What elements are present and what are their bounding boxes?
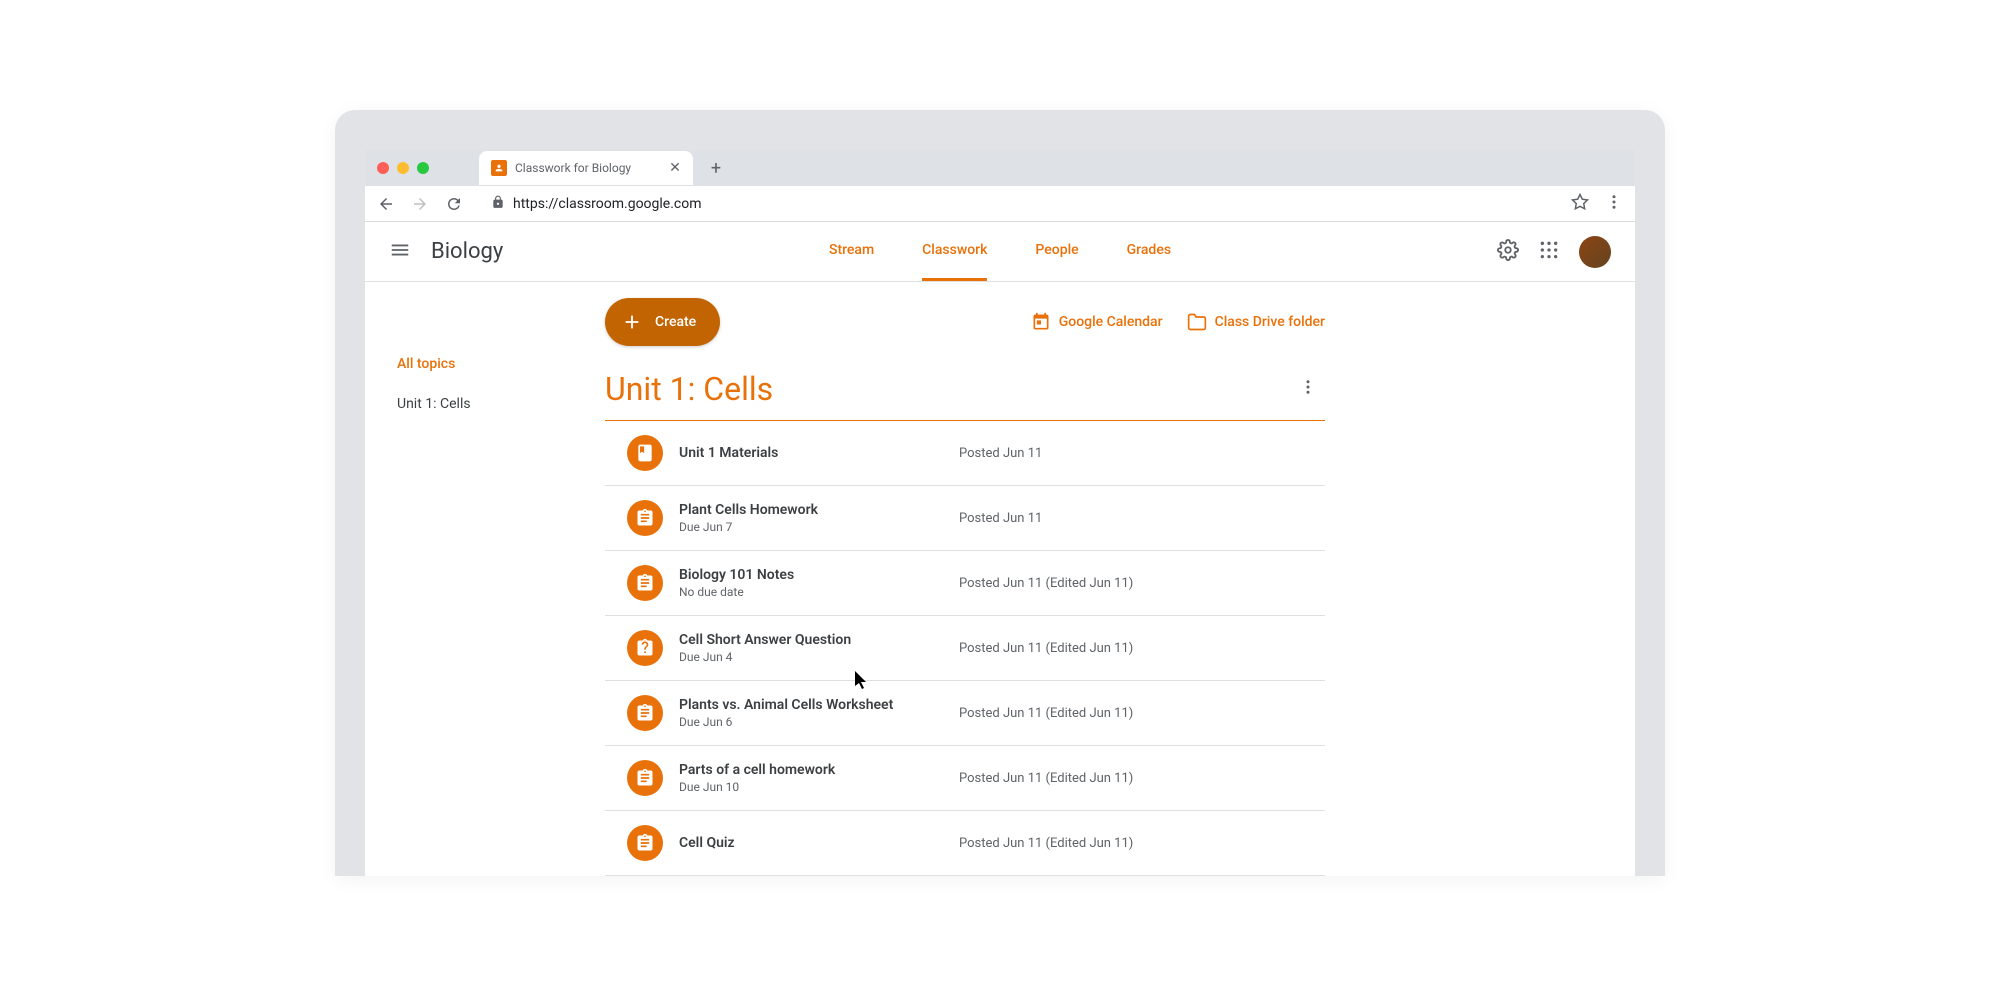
assignment-posted: Posted Jun 11 (Edited Jun 11) bbox=[959, 641, 1133, 656]
reload-button[interactable] bbox=[445, 195, 463, 213]
apps-grid-icon[interactable] bbox=[1539, 240, 1559, 264]
assignment-posted: Posted Jun 11 (Edited Jun 11) bbox=[959, 706, 1133, 721]
url-input[interactable]: https://classroom.google.com bbox=[479, 194, 1555, 213]
action-bar: Create Google Calendar Class Drive folde… bbox=[605, 298, 1325, 346]
tab-stream[interactable]: Stream bbox=[829, 222, 874, 281]
assignment-due: No due date bbox=[679, 585, 959, 599]
assignment-row[interactable]: Biology 101 Notes No due date Posted Jun… bbox=[605, 551, 1325, 616]
gear-icon[interactable] bbox=[1497, 239, 1519, 265]
address-bar: https://classroom.google.com bbox=[365, 186, 1635, 222]
url-text: https://classroom.google.com bbox=[513, 196, 702, 212]
tab-classwork[interactable]: Classwork bbox=[922, 222, 987, 281]
plus-icon bbox=[621, 311, 643, 333]
assignment-due: Due Jun 4 bbox=[679, 650, 959, 664]
section-more-icon[interactable] bbox=[1291, 370, 1325, 408]
sidebar-all-topics[interactable]: All topics bbox=[389, 346, 589, 382]
create-button[interactable]: Create bbox=[605, 298, 720, 346]
assignment-icon bbox=[627, 760, 663, 796]
nav-tabs: Stream Classwork People Grades bbox=[829, 222, 1171, 281]
section-title[interactable]: Unit 1: Cells bbox=[605, 370, 773, 408]
assignment-row[interactable]: Cell Short Answer Question Due Jun 4 Pos… bbox=[605, 616, 1325, 681]
assignment-row[interactable]: Plants vs. Animal Cells Worksheet Due Ju… bbox=[605, 681, 1325, 746]
assignment-title: Plants vs. Animal Cells Worksheet bbox=[679, 697, 959, 713]
window-controls bbox=[377, 162, 429, 174]
assignment-posted: Posted Jun 11 bbox=[959, 511, 1042, 526]
assignment-icon bbox=[627, 565, 663, 601]
assignment-info: Cell Quiz bbox=[679, 835, 959, 851]
browser-menu-icon[interactable] bbox=[1605, 193, 1623, 215]
assignment-due: Due Jun 6 bbox=[679, 715, 959, 729]
assignment-row[interactable]: Cell Quiz Posted Jun 11 (Edited Jun 11) bbox=[605, 811, 1325, 876]
assignment-info: Unit 1 Materials bbox=[679, 445, 959, 461]
assignment-list: Unit 1 Materials Posted Jun 11 Plant Cel… bbox=[605, 421, 1325, 876]
assignment-row[interactable]: Parts of a cell homework Due Jun 10 Post… bbox=[605, 746, 1325, 811]
new-tab-button[interactable]: + bbox=[711, 158, 721, 179]
create-button-label: Create bbox=[655, 314, 696, 330]
assignment-icon bbox=[627, 435, 663, 471]
assignment-posted: Posted Jun 11 (Edited Jun 11) bbox=[959, 836, 1133, 851]
drive-folder-link[interactable]: Class Drive folder bbox=[1187, 312, 1325, 332]
calendar-link[interactable]: Google Calendar bbox=[1031, 312, 1163, 332]
assignment-icon bbox=[627, 500, 663, 536]
assignment-info: Plants vs. Animal Cells Worksheet Due Ju… bbox=[679, 697, 959, 729]
assignment-due: Due Jun 7 bbox=[679, 520, 959, 534]
assignment-posted: Posted Jun 11 (Edited Jun 11) bbox=[959, 576, 1133, 591]
assignment-info: Biology 101 Notes No due date bbox=[679, 567, 959, 599]
close-tab-icon[interactable]: ✕ bbox=[669, 160, 681, 176]
assignment-title: Unit 1 Materials bbox=[679, 445, 959, 461]
action-links: Google Calendar Class Drive folder bbox=[1031, 312, 1325, 332]
assignment-title: Parts of a cell homework bbox=[679, 762, 959, 778]
browser-tab-bar: Classwork for Biology ✕ + bbox=[365, 150, 1635, 186]
assignment-title: Cell Quiz bbox=[679, 835, 959, 851]
class-name[interactable]: Biology bbox=[431, 239, 503, 264]
avatar[interactable] bbox=[1579, 236, 1611, 268]
tab-favicon-icon bbox=[491, 160, 507, 176]
hamburger-menu-icon[interactable] bbox=[389, 239, 411, 265]
sidebar: All topics Unit 1: Cells bbox=[389, 298, 589, 876]
folder-icon bbox=[1187, 312, 1207, 332]
tab-title: Classwork for Biology bbox=[515, 161, 631, 175]
calendar-label: Google Calendar bbox=[1059, 314, 1163, 330]
forward-button[interactable] bbox=[411, 195, 429, 213]
assignment-info: Cell Short Answer Question Due Jun 4 bbox=[679, 632, 959, 664]
main-content: All topics Unit 1: Cells Create Google C… bbox=[365, 282, 1635, 876]
calendar-icon bbox=[1031, 312, 1051, 332]
minimize-window-button[interactable] bbox=[397, 162, 409, 174]
assignment-title: Cell Short Answer Question bbox=[679, 632, 959, 648]
browser-window: Classwork for Biology ✕ + https://classr… bbox=[365, 150, 1635, 876]
tab-people[interactable]: People bbox=[1035, 222, 1078, 281]
assignment-row[interactable]: Plant Cells Homework Due Jun 7 Posted Ju… bbox=[605, 486, 1325, 551]
drive-label: Class Drive folder bbox=[1215, 314, 1325, 330]
header-actions bbox=[1497, 236, 1611, 268]
content-area: Create Google Calendar Class Drive folde… bbox=[605, 298, 1325, 876]
assignment-icon bbox=[627, 825, 663, 861]
assignment-row[interactable]: Unit 1 Materials Posted Jun 11 bbox=[605, 421, 1325, 486]
app-header: Biology Stream Classwork People Grades bbox=[365, 222, 1635, 282]
close-window-button[interactable] bbox=[377, 162, 389, 174]
section-header: Unit 1: Cells bbox=[605, 370, 1325, 421]
assignment-title: Plant Cells Homework bbox=[679, 502, 959, 518]
assignment-icon bbox=[627, 695, 663, 731]
bookmark-star-icon[interactable] bbox=[1571, 193, 1589, 215]
laptop-frame: Classwork for Biology ✕ + https://classr… bbox=[335, 110, 1665, 876]
lock-icon bbox=[491, 194, 505, 213]
assignment-icon bbox=[627, 630, 663, 666]
back-button[interactable] bbox=[377, 195, 395, 213]
sidebar-topic-item[interactable]: Unit 1: Cells bbox=[389, 382, 589, 426]
assignment-due: Due Jun 10 bbox=[679, 780, 959, 794]
assignment-posted: Posted Jun 11 (Edited Jun 11) bbox=[959, 771, 1133, 786]
tab-grades[interactable]: Grades bbox=[1127, 222, 1171, 281]
assignment-info: Plant Cells Homework Due Jun 7 bbox=[679, 502, 959, 534]
browser-tab[interactable]: Classwork for Biology ✕ bbox=[479, 151, 693, 185]
assignment-posted: Posted Jun 11 bbox=[959, 446, 1042, 461]
maximize-window-button[interactable] bbox=[417, 162, 429, 174]
assignment-title: Biology 101 Notes bbox=[679, 567, 959, 583]
assignment-info: Parts of a cell homework Due Jun 10 bbox=[679, 762, 959, 794]
